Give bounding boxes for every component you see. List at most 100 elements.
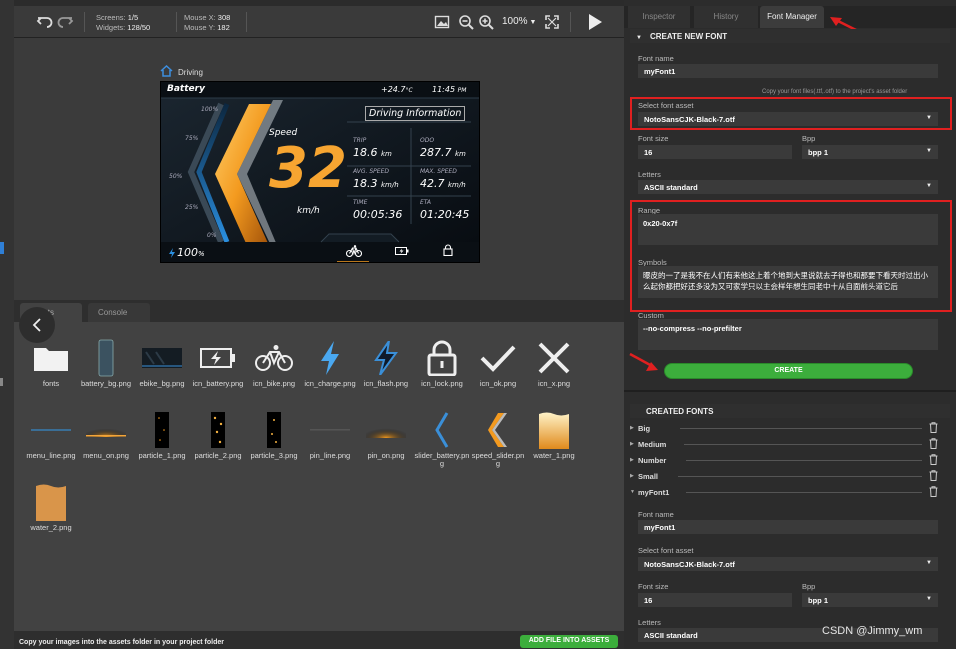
max-speed-value: 42.7 km/h	[420, 177, 466, 190]
asset-item[interactable]: icn_bike.png	[246, 338, 302, 388]
edit-font-asset-select[interactable]: NotoSansCJK-Black-7.otf	[638, 557, 938, 571]
row-divider	[680, 428, 922, 429]
chevron-right-icon: ▶	[630, 473, 634, 479]
flash-icon	[364, 338, 408, 378]
asset-item[interactable]: particle_1.png	[134, 410, 190, 460]
toolbar-divider	[176, 12, 177, 32]
zoom-level-select[interactable]: 100% ▼	[502, 16, 536, 27]
eta-value: 01:20:45	[420, 208, 470, 221]
folder-icon	[29, 338, 73, 378]
edit-font-name-input[interactable]: myFont1	[638, 520, 938, 534]
asset-label: pin_on.png	[367, 451, 405, 460]
asset-item[interactable]: battery_bg.png	[78, 338, 134, 388]
font-name-label: Font name	[638, 54, 674, 63]
left-sidebar-strip	[0, 0, 14, 649]
asset-item[interactable]: icn_ok.png	[470, 338, 526, 388]
asset-item[interactable]: pin_line.png	[302, 410, 358, 460]
font-name-input[interactable]: myFont1	[638, 64, 938, 78]
trash-icon[interactable]	[929, 486, 938, 497]
created-font-row[interactable]: ▶ Big	[630, 420, 942, 436]
driving-info-title: Driving Information	[365, 106, 466, 121]
home-icon[interactable]	[160, 65, 173, 77]
symbols-input[interactable]: 曝皮的一了是我不在人们有来他这上着个地到大里说就去子得也和那要下看天时过出小么起…	[638, 266, 938, 298]
mouse-y-stat: Mouse Y: 182	[184, 23, 230, 32]
redo-icon[interactable]	[56, 13, 74, 31]
asset-item[interactable]: menu_on.png	[78, 410, 134, 460]
pin-on-thumb-icon	[364, 410, 408, 450]
created-font-row[interactable]: ▶ Medium	[630, 436, 942, 452]
odo-label: ODO	[420, 137, 435, 144]
asset-label: battery_bg.png	[80, 379, 132, 388]
custom-args-input[interactable]: --no-compress --no-prefilter	[638, 319, 938, 350]
assets-footer: Copy your images into the assets folder …	[14, 631, 624, 649]
battery-bg-thumb-icon	[84, 338, 128, 378]
add-file-button[interactable]: ADD FILE INTO ASSETS	[520, 635, 618, 648]
created-font-row[interactable]: ▶ Number	[630, 452, 942, 468]
breadcrumb[interactable]: Driving	[178, 68, 203, 77]
zoom-in-icon[interactable]	[478, 14, 494, 30]
edit-bpp-select[interactable]: bpp 1	[802, 593, 938, 607]
tab-history[interactable]: History	[694, 6, 758, 28]
asset-item[interactable]: menu_line.png	[23, 410, 79, 460]
battery-pct-0: 0%	[207, 232, 217, 239]
trash-icon[interactable]	[929, 422, 938, 433]
created-font-name: myFont1	[638, 488, 670, 497]
created-font-row[interactable]: ▶ Small	[630, 468, 942, 484]
menu-line-thumb-icon	[29, 410, 73, 450]
edit-select-asset-label: Select font asset	[638, 546, 694, 555]
asset-item[interactable]: icn_charge.png	[302, 338, 358, 388]
fullscreen-icon[interactable]	[544, 14, 560, 30]
assets-panel: Assets Console fonts battery_bg.png ebik…	[14, 300, 624, 649]
trash-icon[interactable]	[929, 454, 938, 465]
asset-item[interactable]: slider_battery.png	[414, 410, 470, 468]
edit-font-size-input[interactable]: 16	[638, 593, 792, 607]
temperature: +24.7°C	[381, 85, 413, 94]
tab-console[interactable]: Console	[88, 303, 150, 322]
dashboard-screen-preview[interactable]: Battery +24.7°C 11:45 PM Driving Informa…	[160, 81, 480, 263]
pin-line-thumb-icon	[308, 410, 352, 450]
speed-slider-thumb-icon	[476, 410, 520, 450]
chevron-right-icon: ▶	[630, 425, 634, 431]
bpp-select[interactable]: bpp 1	[802, 145, 938, 159]
asset-item[interactable]: fonts	[23, 338, 79, 388]
ride-time-label: TIME	[353, 199, 368, 206]
battery-icon[interactable]	[395, 246, 409, 256]
asset-item[interactable]: particle_2.png	[190, 410, 246, 460]
trash-icon[interactable]	[929, 438, 938, 449]
zoom-out-icon[interactable]	[458, 14, 474, 30]
asset-item[interactable]: icn_lock.png	[414, 338, 470, 388]
created-font-name: Small	[638, 472, 659, 481]
asset-item[interactable]: icn_battery.png	[190, 338, 246, 388]
asset-item[interactable]: icn_x.png	[526, 338, 582, 388]
asset-item[interactable]: ebike_bg.png	[134, 338, 190, 388]
battery-icon	[196, 338, 240, 378]
lock-icon[interactable]	[443, 244, 453, 256]
asset-label: slider_battery.png	[414, 451, 470, 468]
create-font-header[interactable]: ▼ CREATE NEW FONT	[630, 29, 950, 43]
asset-label: ebike_bg.png	[139, 379, 185, 388]
create-font-button[interactable]: CREATE	[664, 363, 913, 379]
tab-inspector[interactable]: Inspector	[628, 6, 690, 28]
asset-label: menu_on.png	[83, 451, 129, 460]
asset-item[interactable]: particle_3.png	[246, 410, 302, 460]
font-asset-select[interactable]: NotoSansCJK-Black-7.otf	[638, 112, 938, 126]
asset-item[interactable]: speed_slider.png	[470, 410, 526, 468]
play-icon[interactable]	[586, 13, 604, 31]
range-input[interactable]: 0x20-0x7f	[638, 214, 938, 245]
image-icon[interactable]	[434, 14, 450, 30]
speed-value: 32	[269, 136, 347, 201]
tab-font-manager[interactable]: Font Manager	[760, 6, 824, 28]
trash-icon[interactable]	[929, 470, 938, 481]
right-panel: Inspector History Font Manager ▼ CREATE N…	[624, 0, 956, 649]
max-speed-label: MAX. SPEED	[420, 168, 457, 175]
letters-select[interactable]: ASCII standard	[638, 180, 938, 194]
asset-item[interactable]: pin_on.png	[358, 410, 414, 460]
created-font-row[interactable]: ▼ myFont1	[630, 484, 942, 500]
font-size-input[interactable]: 16	[638, 145, 792, 159]
asset-item[interactable]: water_2.png	[23, 482, 79, 532]
asset-item[interactable]: water_1.png	[526, 410, 582, 460]
asset-item[interactable]: icn_flash.png	[358, 338, 414, 388]
bike-icon[interactable]	[346, 245, 362, 257]
eta-label: ETA	[420, 199, 432, 206]
undo-icon[interactable]	[36, 13, 54, 31]
